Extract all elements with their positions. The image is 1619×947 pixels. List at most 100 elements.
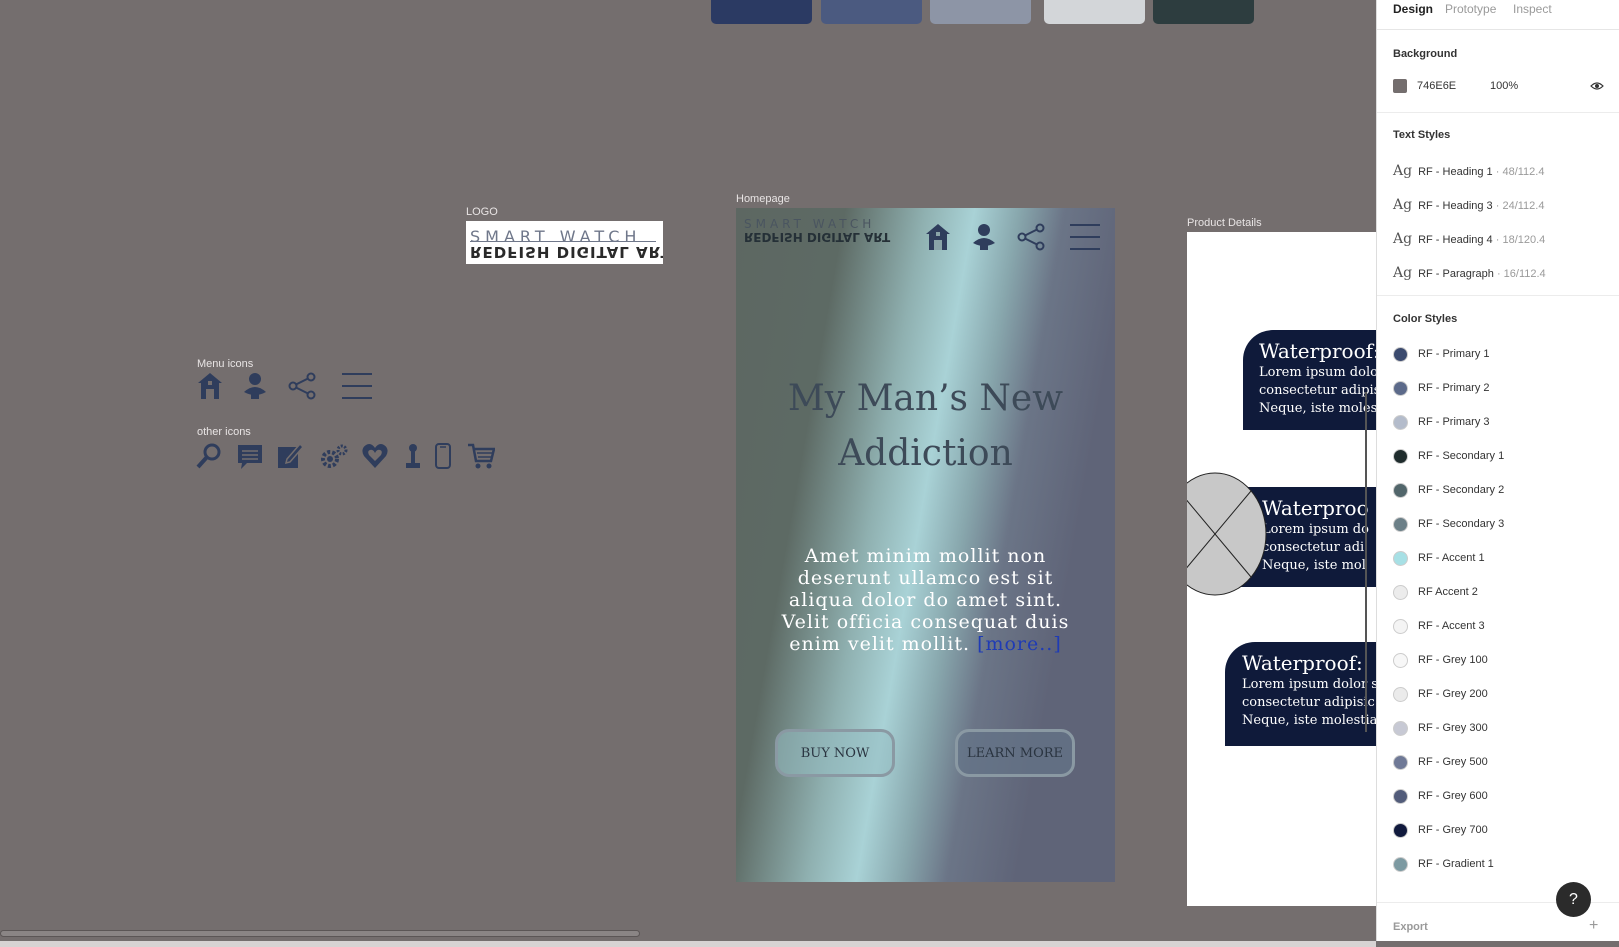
menu-icons-label[interactable]: Menu icons [197, 358, 253, 370]
color-style-name: RF - Grey 500 [1418, 756, 1488, 768]
buy-now-button[interactable]: BUY NOW [775, 729, 895, 777]
color-style-swatch [1393, 687, 1408, 702]
color-style-name: RF - Grey 700 [1418, 824, 1488, 836]
feature-card-title: Waterproof: [1259, 339, 1377, 363]
home-icon[interactable] [197, 372, 223, 400]
add-export-icon[interactable]: + [1589, 917, 1598, 935]
feature-card-body: Lorem ipsum do consectetur adi Neque, is… [1262, 521, 1369, 575]
feature-card-line: Lorem ipsum dolor s [1242, 677, 1377, 692]
color-style-swatch [1393, 789, 1408, 804]
design-panel: Design Prototype Inspect Background 746E… [1376, 0, 1619, 941]
background-hex[interactable]: 746E6E [1417, 80, 1456, 92]
nav-home-icon[interactable] [925, 223, 951, 251]
color-style-name: RF - Primary 2 [1418, 382, 1490, 394]
color-style-name: RF - Secondary 2 [1418, 484, 1505, 496]
text-style-meta: · 18/120.4 [1495, 234, 1546, 246]
settings-icon[interactable] [318, 442, 348, 470]
color-style-swatch [1393, 415, 1408, 430]
edit-icon[interactable] [277, 442, 303, 470]
section-divider [1377, 112, 1619, 113]
color-style-name: RF - Secondary 3 [1418, 518, 1505, 530]
nav-person-icon[interactable] [970, 223, 998, 251]
export-label[interactable]: Export [1393, 921, 1428, 933]
text-style-ag-icon: Ag [1393, 231, 1413, 247]
color-style-swatch [1393, 551, 1408, 566]
panel-tabs: Design Prototype Inspect [1377, 0, 1619, 30]
color-style-name: RF - Primary 1 [1418, 348, 1490, 360]
color-style-swatch [1393, 381, 1408, 396]
product-details-frame[interactable]: Waterproof: Lorem ipsum dolo consectetur… [1187, 232, 1377, 906]
image-placeholder[interactable] [1187, 472, 1267, 596]
hero-heading-line1: My Man’s New [787, 378, 1064, 419]
tab-prototype[interactable]: Prototype [1445, 2, 1496, 16]
feature-card: Waterproof: Lorem ipsum dolo consectetur… [1243, 330, 1377, 430]
text-style-meta: · 24/112.4 [1495, 200, 1545, 212]
color-style-name: RF - Accent 1 [1418, 552, 1485, 564]
eye-icon[interactable] [1590, 79, 1604, 96]
color-style-swatch [1393, 449, 1408, 464]
color-swatch[interactable] [1153, 0, 1254, 24]
color-swatch[interactable] [711, 0, 812, 24]
product-frame-label[interactable]: Product Details [1187, 217, 1262, 229]
help-button[interactable]: ? [1556, 882, 1591, 917]
color-swatch[interactable] [1044, 0, 1145, 24]
section-divider [1377, 295, 1619, 296]
text-style-item[interactable]: Ag RF - Heading 1 · 48/112.4 [1393, 163, 1544, 179]
bottom-strip [0, 941, 1376, 947]
text-style-name: RF - Heading 4 [1418, 234, 1493, 246]
feature-card-line: Neque, iste molest [1259, 401, 1377, 416]
color-style-swatch [1393, 653, 1408, 668]
color-swatch[interactable] [930, 0, 1031, 24]
vertical-line [1365, 392, 1367, 732]
feature-card-body: Lorem ipsum dolor s consectetur adipisic… [1242, 676, 1377, 730]
color-swatch[interactable] [821, 0, 922, 24]
feature-card-line: Neque, iste mol [1262, 558, 1366, 573]
background-row[interactable]: 746E6E 100% [1393, 79, 1604, 95]
homepage-frame[interactable]: SMART WATCH REDFISH DIGITAL ART My Man’s… [736, 208, 1115, 882]
text-style-item[interactable]: Ag RF - Paragraph · 16/112.4 [1393, 265, 1546, 281]
tab-design[interactable]: Design [1393, 2, 1433, 16]
logo-frame-label[interactable]: LOGO [466, 206, 498, 218]
color-style-swatch [1393, 619, 1408, 634]
chat-icon[interactable] [237, 442, 263, 470]
color-style-swatch [1393, 857, 1408, 872]
feature-card-title: Waterproof: [1242, 651, 1363, 675]
background-section-title: Background [1393, 48, 1458, 60]
learn-more-button[interactable]: LEARN MORE [955, 729, 1075, 777]
color-style-name: RF - Accent 3 [1418, 620, 1485, 632]
background-opacity[interactable]: 100% [1490, 80, 1518, 92]
text-style-ag-icon: Ag [1393, 197, 1413, 213]
color-style-name: RF - Secondary 1 [1418, 450, 1505, 462]
color-style-swatch [1393, 483, 1408, 498]
share-icon[interactable] [288, 372, 316, 400]
background-swatch[interactable] [1393, 79, 1407, 93]
color-style-swatch [1393, 347, 1408, 362]
phone-icon[interactable] [434, 442, 452, 470]
hamburger-icon[interactable] [342, 372, 372, 400]
feature-card-line: consectetur adipisic [1242, 695, 1375, 710]
cart-icon[interactable] [467, 442, 495, 470]
pin-icon[interactable] [404, 442, 422, 470]
text-style-name: RF - Heading 3 [1418, 200, 1493, 212]
feature-card-title: Waterproo [1262, 496, 1369, 520]
color-style-name: RF - Grey 100 [1418, 654, 1488, 666]
color-style-name: RF - Gradient 1 [1418, 858, 1494, 870]
other-icons-label[interactable]: other icons [197, 426, 251, 438]
tab-inspect[interactable]: Inspect [1513, 2, 1552, 16]
horizontal-scrollbar[interactable] [0, 930, 640, 937]
homepage-frame-label[interactable]: Homepage [736, 193, 790, 205]
nav-hamburger-icon[interactable] [1070, 223, 1100, 251]
color-style-swatch [1393, 585, 1408, 600]
person-icon[interactable] [241, 372, 269, 400]
more-link[interactable]: [more..] [977, 633, 1062, 655]
heart-icon[interactable] [361, 442, 389, 470]
color-style-swatch [1393, 755, 1408, 770]
color-style-swatch [1393, 823, 1408, 838]
text-style-item[interactable]: Ag RF - Heading 3 · 24/112.4 [1393, 197, 1544, 213]
color-style-name: RF - Grey 300 [1418, 722, 1488, 734]
text-style-item[interactable]: Ag RF - Heading 4 · 18/120.4 [1393, 231, 1545, 247]
search-icon[interactable] [196, 442, 222, 470]
homepage-logo-bottom: REDFISH DIGITAL ART [744, 230, 891, 244]
logo-frame[interactable]: SMART WATCH REDFISH DIGITAL ART [466, 221, 663, 264]
nav-share-icon[interactable] [1017, 223, 1045, 251]
